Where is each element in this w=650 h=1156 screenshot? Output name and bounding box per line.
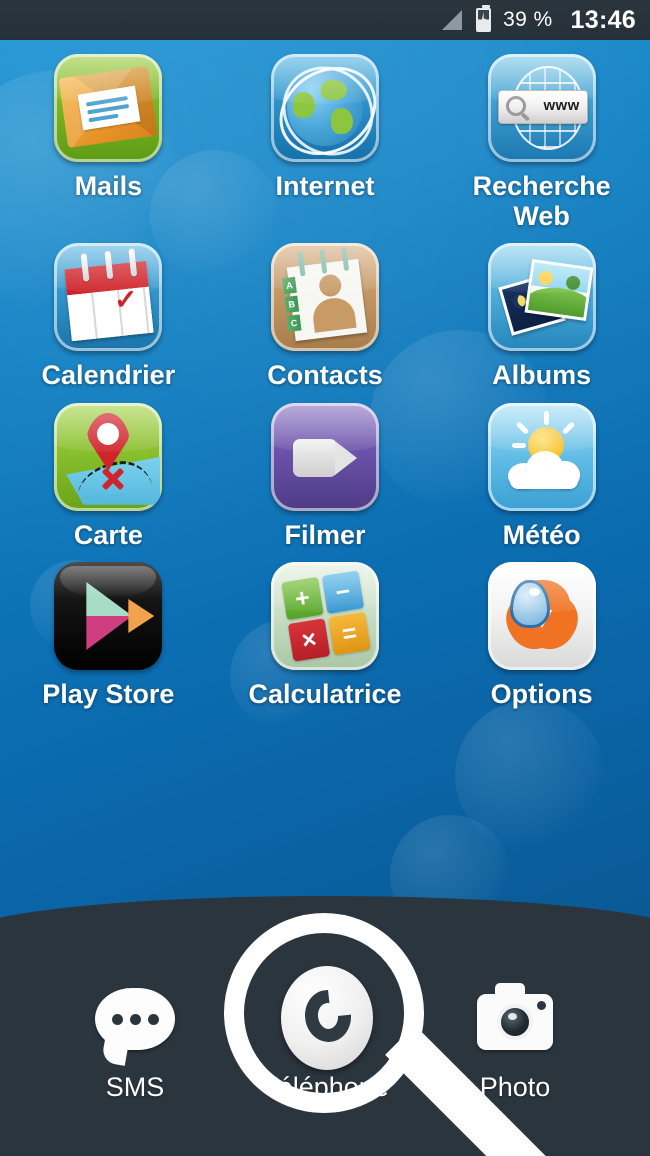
calc-key-times: × (287, 618, 331, 662)
calc-key-equals: = (328, 611, 371, 656)
status-bar: 39 % 13:46 (0, 0, 650, 40)
app-label: Play Store (42, 678, 175, 709)
signal-strength-indicator (442, 10, 476, 30)
dock-label: SMS (105, 1072, 165, 1102)
search-icon (505, 96, 526, 116)
camcorder-icon[interactable] (271, 402, 379, 511)
phone-handset-icon[interactable] (277, 966, 373, 1070)
app-play-store[interactable]: Play Store (0, 561, 217, 709)
options-swirl-icon[interactable] (487, 561, 596, 670)
app-label: Mails (74, 171, 143, 201)
app-options[interactable]: Options (433, 561, 650, 709)
camera-icon[interactable] (467, 972, 563, 1068)
app-label: Options (490, 678, 593, 709)
app-grid: Mails Internet www Recherche Web ✓ Calen… (0, 40, 650, 709)
mails-icon[interactable] (54, 54, 163, 162)
signal-triangle-icon (442, 10, 463, 30)
app-recherche-web[interactable]: www Recherche Web (433, 54, 650, 231)
dock-item-sms[interactable]: SMS (40, 936, 230, 1156)
web-search-icon[interactable]: www (487, 54, 596, 162)
app-label: Albums (492, 360, 592, 391)
app-label: Calendrier (41, 360, 176, 391)
app-label: Carte (73, 519, 143, 550)
app-label: Internet (275, 171, 375, 201)
www-label: www (543, 97, 580, 114)
bokeh-circle (455, 700, 605, 850)
app-label: Contacts (267, 360, 383, 391)
albums-photos-icon[interactable] (487, 243, 596, 352)
calendar-icon[interactable]: ✓ (54, 243, 163, 352)
dock-item-telephone[interactable]: Téléphone (230, 936, 420, 1156)
app-internet[interactable]: Internet (217, 54, 434, 231)
calc-key-plus: + (281, 576, 324, 621)
dock-item-photo[interactable]: Photo (420, 936, 610, 1156)
weather-sun-cloud-icon[interactable] (487, 402, 596, 511)
app-row-1: Mails Internet www Recherche Web (0, 54, 650, 231)
dock-label: Téléphone (261, 1072, 389, 1102)
app-meteo[interactable]: Météo (433, 402, 650, 550)
app-label: Recherche Web (472, 171, 611, 232)
app-row-3: Carte Filmer Météo (0, 402, 650, 550)
map-pin-icon[interactable] (54, 402, 163, 511)
app-calendrier[interactable]: ✓ Calendrier (0, 243, 217, 390)
battery-charging-icon (476, 5, 492, 32)
clock-label: 13:46 (570, 5, 636, 34)
app-label: Météo (502, 519, 581, 550)
calculator-icon[interactable]: + − × = (271, 561, 379, 670)
app-calculatrice[interactable]: + − × = Calculatrice (217, 561, 434, 709)
app-row-4: Play Store + − × = Calculatrice Options (0, 561, 650, 709)
phone-home-screen: 39 % 13:46 Mails Internet www Recherche … (0, 0, 650, 1156)
app-label: Calculatrice (248, 678, 402, 709)
app-carte[interactable]: Carte (0, 402, 217, 550)
app-label: Filmer (284, 519, 366, 550)
app-mails[interactable]: Mails (0, 54, 217, 231)
app-filmer[interactable]: Filmer (217, 402, 434, 550)
calc-key-minus: − (321, 570, 365, 614)
app-albums[interactable]: Albums (433, 243, 650, 390)
contacts-icon[interactable]: ABC (271, 243, 379, 352)
dock-label: Photo (479, 1072, 551, 1102)
sms-bubble-icon[interactable] (87, 972, 183, 1068)
app-contacts[interactable]: ABC Contacts (217, 243, 434, 390)
dock: SMS Téléphone Photo (40, 936, 610, 1156)
play-store-icon[interactable] (54, 561, 163, 670)
internet-globe-icon[interactable] (271, 54, 379, 162)
app-row-2: ✓ Calendrier ABC Contacts Albums (0, 243, 650, 390)
battery-percent-label: 39 % (503, 8, 553, 31)
